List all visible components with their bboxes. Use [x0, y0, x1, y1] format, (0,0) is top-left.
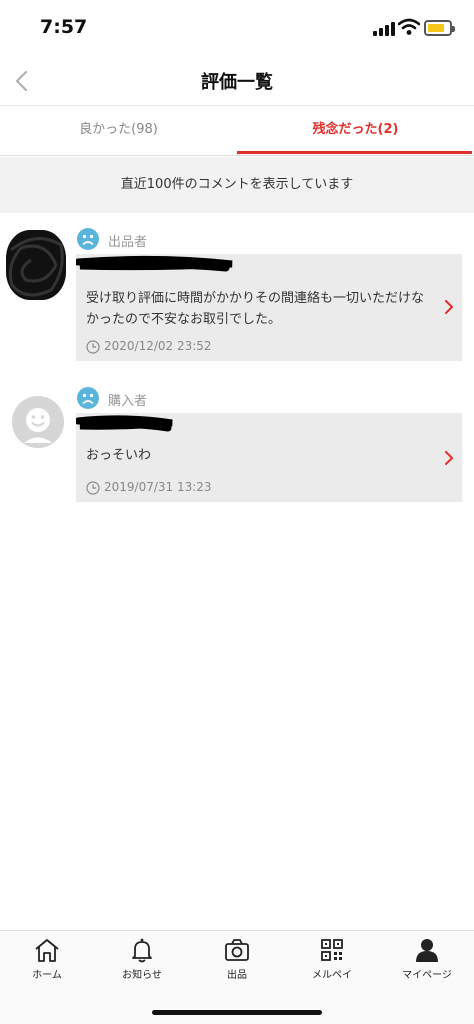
nav-sell-label: 出品 — [227, 970, 247, 981]
redaction-scribble — [8, 237, 64, 297]
avatar[interactable] — [12, 396, 64, 448]
battery-icon — [424, 20, 455, 36]
rating-tabs: 良かった(98) 残念だった(2) — [0, 106, 474, 156]
review-card[interactable]: 受け取り評価に時間がかかりその間連絡も一切いただけなかったので不安なお取引でした… — [76, 254, 462, 361]
nav-merpay[interactable]: メルペイ — [285, 937, 379, 993]
nav-home[interactable]: ホーム — [0, 937, 94, 993]
chevron-right-icon — [445, 300, 453, 314]
avatar[interactable] — [6, 230, 66, 300]
comment-text: おっそいわ — [86, 448, 152, 463]
nav-home-label: ホーム — [32, 970, 62, 981]
status-time: 7:57 — [40, 16, 88, 38]
review-item: 出品者 受け取り評価に時間がかかりその間連絡も一切いただけなかったので不安なお取… — [0, 218, 474, 368]
camera-icon — [225, 939, 249, 961]
notice-banner: 直近100件のコメントを表示しています — [0, 157, 474, 213]
nav-notifications[interactable]: お知らせ — [95, 937, 189, 993]
review-card[interactable]: おっそいわ 2019/07/31 13:23 — [76, 413, 462, 502]
redacted-username — [76, 255, 233, 272]
bell-icon — [132, 938, 152, 963]
person-icon — [416, 939, 438, 962]
status-bar: 7:57 — [0, 0, 474, 56]
review-date: 2019/07/31 13:23 — [104, 480, 212, 494]
review-item: 購入者 おっそいわ 2019/07/31 13:23 — [0, 378, 474, 508]
active-tab-indicator — [237, 151, 472, 154]
cellular-signal-icon — [373, 22, 395, 36]
tab-good[interactable]: 良かった(98) — [0, 106, 237, 156]
page-title: 評価一覧 — [201, 72, 273, 93]
default-avatar-icon — [12, 396, 64, 448]
sad-face-icon — [77, 387, 99, 409]
nav-sell[interactable]: 出品 — [190, 937, 284, 993]
home-indicator — [152, 1010, 322, 1015]
nav-mypage-label: マイページ — [402, 970, 452, 981]
nav-notifications-label: お知らせ — [122, 970, 162, 981]
role-label: 出品者 — [108, 235, 148, 250]
nav-header: 評価一覧 — [0, 56, 474, 106]
redacted-username — [76, 415, 173, 432]
review-date: 2020/12/02 23:52 — [104, 339, 212, 353]
nav-merpay-label: メルペイ — [312, 970, 352, 981]
clock-icon — [86, 340, 100, 354]
wifi-icon — [398, 18, 420, 35]
qr-code-icon — [321, 939, 343, 961]
role-label: 購入者 — [108, 394, 148, 409]
home-icon — [35, 939, 59, 962]
clock-icon — [86, 481, 100, 495]
tab-bad[interactable]: 残念だった(2) — [237, 106, 474, 156]
nav-mypage[interactable]: マイページ — [380, 937, 474, 993]
comment-text: 受け取り評価に時間がかかりその間連絡も一切いただけなかったので不安なお取引でした… — [86, 291, 425, 327]
sad-face-icon — [77, 228, 99, 250]
chevron-right-icon — [445, 451, 453, 465]
